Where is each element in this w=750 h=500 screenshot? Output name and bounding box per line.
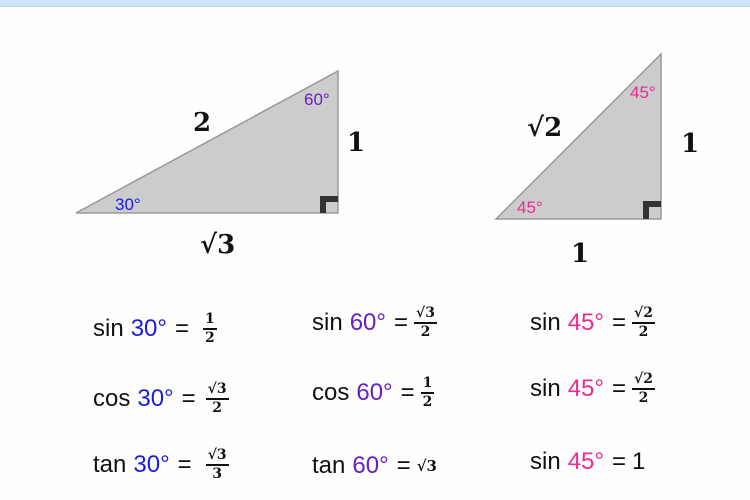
denominator: 2 [212, 399, 223, 416]
denominator: 2 [205, 329, 215, 346]
equation-sin-45-a: sin 45° = √2 2 [530, 306, 655, 340]
equation-sin-60: sin 60° = √3 2 [312, 306, 437, 340]
denominator: 3 [212, 465, 223, 482]
function-name: sin [93, 314, 124, 342]
equation-sin-45-c: sin 45° = 1 [530, 448, 645, 476]
fraction: √3 3 [205, 447, 229, 482]
numerator: 1 [205, 311, 215, 327]
numerator: √3 [207, 447, 227, 463]
numerator: √3 [207, 381, 227, 397]
function-name: sin [530, 448, 561, 475]
equation-sin-30: sin 30° = 1 2 [93, 312, 217, 346]
angle-value: 30° [137, 384, 174, 412]
equals-sign: = [174, 314, 189, 342]
numerator: √2 [634, 305, 653, 321]
angle-30-label: 30° [115, 195, 141, 214]
equation-tan-30: tan 30° = √3 3 [93, 448, 229, 482]
function-name: sin [312, 308, 343, 336]
triangle-30-60-90-shape [75, 69, 339, 214]
denominator: 2 [638, 323, 649, 340]
fraction: 1 2 [203, 312, 217, 346]
vertical-leg-label: 1 [681, 129, 699, 159]
angle-value: 60° [356, 378, 393, 406]
equals-sign: = [177, 450, 192, 478]
angle-value: 45° [567, 448, 604, 475]
function-name: sin [530, 374, 561, 402]
denominator: 2 [422, 393, 433, 410]
angle-45-bottom-label: 45° [517, 198, 543, 217]
adjacent-side-label: √3 [200, 230, 235, 260]
equation-cos-60: cos 60° = 1 2 [312, 375, 435, 410]
numerator: 1 [422, 375, 433, 391]
function-name: tan [312, 452, 346, 479]
angle-value: 45° [567, 308, 604, 336]
equation-tan-60: tan 60° = √3 [312, 452, 437, 480]
fraction: √2 2 [632, 306, 655, 340]
equals-sign: = [181, 384, 196, 412]
horizontal-leg-label: 1 [571, 239, 589, 269]
angle-value: 30° [130, 314, 167, 342]
equals-sign: = [393, 308, 408, 336]
angle-value: 60° [352, 452, 389, 479]
function-name: cos [312, 378, 350, 406]
fraction: √3 2 [414, 306, 437, 340]
fraction: √3 2 [205, 381, 229, 416]
numerator: √2 [634, 371, 653, 387]
fraction: 1 2 [420, 375, 435, 410]
angle-60-label: 60° [304, 90, 330, 109]
hypotenuse-label-45: √2 [527, 113, 562, 143]
equals-sign: = [611, 308, 626, 336]
triangle-45-45-90-shape [494, 52, 662, 220]
angle-value: 60° [349, 308, 386, 336]
function-name: sin [530, 308, 561, 336]
equation-cos-30: cos 30° = √3 2 [93, 382, 229, 416]
opposite-side-label: 1 [347, 128, 365, 158]
angle-value: 45° [567, 374, 604, 402]
angle-45-top-label: 45° [630, 83, 656, 102]
triangle-30-60-90: 2 1 √3 30° 60° √2 1 1 45° 45° [75, 52, 699, 269]
equals-sign: = [611, 448, 626, 475]
denominator: 2 [420, 323, 431, 340]
numerator: √3 [416, 305, 435, 321]
denominator: 2 [638, 389, 649, 406]
result-value: 1 [632, 448, 646, 475]
fraction: √2 2 [632, 372, 655, 406]
equals-sign: = [400, 378, 415, 406]
function-name: tan [93, 450, 127, 478]
hypotenuse-label: 2 [193, 108, 211, 138]
function-name: cos [93, 384, 131, 412]
angle-value: 30° [133, 450, 170, 478]
equals-sign: = [396, 452, 411, 479]
equals-sign: = [611, 374, 626, 402]
result-value: √3 [416, 457, 437, 475]
equation-sin-45-b: sin 45° = √2 2 [530, 372, 655, 406]
